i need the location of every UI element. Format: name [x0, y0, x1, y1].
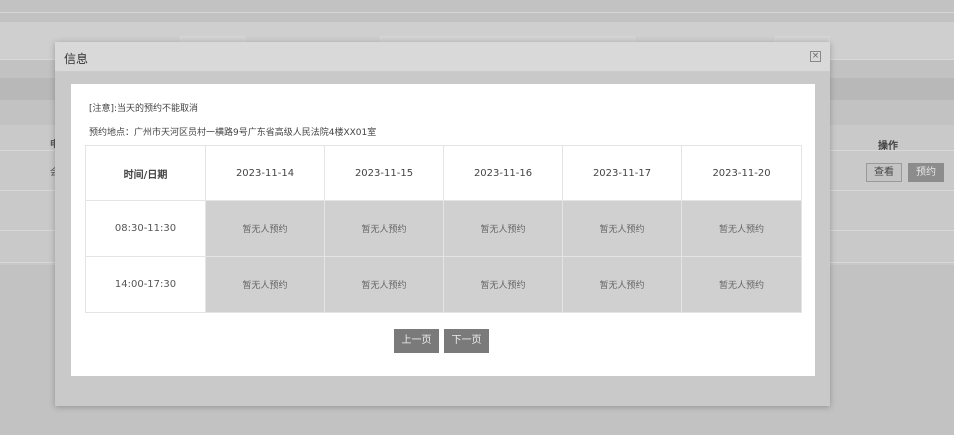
slot-cell[interactable]: 暂无人预约	[562, 256, 682, 313]
date-header: 2023-11-14	[205, 145, 325, 201]
slot-cell[interactable]: 暂无人预约	[562, 200, 682, 257]
slot-cell[interactable]: 暂无人预约	[205, 200, 325, 257]
dialog-title: 信息	[64, 52, 89, 66]
location-text: 预约地点：广州市天河区员村一横路9号广东省高级人民法院4楼XX01室	[89, 128, 377, 138]
slot-cell[interactable]: 暂无人预约	[324, 200, 444, 257]
prev-page-button[interactable]: 上一页	[394, 329, 439, 353]
schedule-table: 时间/日期 2023-11-14 2023-11-15 2023-11-16 2…	[85, 145, 802, 313]
slot-cell[interactable]: 暂无人预约	[324, 256, 444, 313]
operations-header: 操作	[878, 141, 898, 152]
view-button[interactable]: 查看	[866, 163, 902, 182]
slot-cell[interactable]: 暂无人预约	[681, 200, 802, 257]
book-button[interactable]: 预约	[908, 163, 944, 182]
dialog-header: 信息 ×	[55, 42, 830, 72]
time-slot-label: 14:00-17:30	[85, 256, 206, 313]
top-divider	[0, 12, 954, 13]
slot-cell[interactable]: 暂无人预约	[443, 200, 563, 257]
date-header: 2023-11-20	[681, 145, 802, 201]
slot-cell[interactable]: 暂无人预约	[681, 256, 802, 313]
date-header: 2023-11-15	[324, 145, 444, 201]
slot-cell[interactable]: 暂无人预约	[443, 256, 563, 313]
header-row: 时间/日期 2023-11-14 2023-11-15 2023-11-16 2…	[85, 145, 802, 201]
slot-cell[interactable]: 暂无人预约	[205, 256, 325, 313]
dialog-body: [注意]:当天的预约不能取消 预约地点：广州市天河区员村一横路9号广东省高级人民…	[71, 84, 815, 376]
info-dialog: 信息 × [注意]:当天的预约不能取消 预约地点：广州市天河区员村一横路9号广东…	[55, 42, 830, 406]
corner-header: 时间/日期	[85, 145, 206, 201]
date-header: 2023-11-17	[562, 145, 682, 201]
close-icon[interactable]: ×	[810, 51, 821, 62]
table-row: 14:00-17:30 暂无人预约 暂无人预约 暂无人预约 暂无人预约 暂无人预…	[85, 256, 802, 313]
table-row: 08:30-11:30 暂无人预约 暂无人预约 暂无人预约 暂无人预约 暂无人预…	[85, 200, 802, 257]
date-header: 2023-11-16	[443, 145, 563, 201]
notice-text: [注意]:当天的预约不能取消	[89, 104, 199, 114]
time-slot-label: 08:30-11:30	[85, 200, 206, 257]
next-page-button[interactable]: 下一页	[444, 329, 489, 353]
